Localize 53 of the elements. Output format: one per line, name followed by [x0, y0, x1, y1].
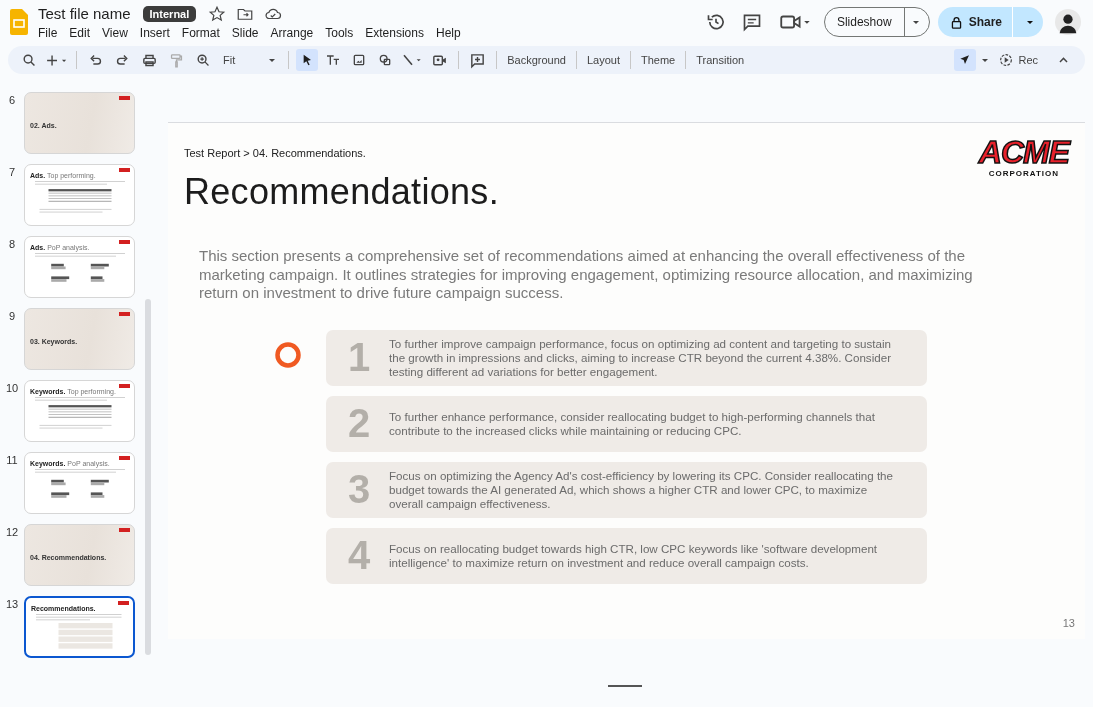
slide-title: Recommendations.: [184, 171, 499, 213]
breadcrumb: Test Report > 04. Recommendations.: [184, 147, 367, 159]
lock-icon: [949, 15, 963, 29]
slide-number: 7: [7, 165, 17, 178]
record-icon: [998, 52, 1015, 68]
slide-number: 10: [4, 381, 20, 394]
menu-item[interactable]: Format: [181, 25, 220, 40]
toolbar-button[interactable]: Layout: [583, 54, 623, 66]
card-number: 1: [348, 335, 372, 380]
card-text: Focus on reallocating budget towards high CTR, low CPC keywords like 'software development intelligence' to maximize return on investment and reduce overall campaign costs.: [389, 541, 879, 570]
slide-number: 6: [7, 93, 17, 106]
menu-item[interactable]: Help: [435, 25, 461, 40]
text-box-icon: [325, 52, 342, 68]
slide-number: 11: [5, 453, 19, 466]
card-text: To further enhance performance, consider reallocating budget to high-performing channels that contribute to the increased clicks while maintaining or reducing CPC.: [389, 409, 876, 438]
menu-item[interactable]: Edit: [69, 25, 91, 40]
ring-shape: [274, 340, 302, 369]
company-logo: ACME CORPORATION: [978, 135, 1069, 180]
card-number: 3: [348, 467, 372, 512]
slide-number: 12: [4, 525, 20, 538]
card-text: To further improve campaign performance, focus on optimizing ad content and targeting to sustain the growth in impressions and clicks, aiming to increase CTR beyond the current 4.38%. Consider testing different ad variations for better engagement.: [389, 336, 893, 379]
scrollbar[interactable]: [145, 299, 151, 655]
menu-item[interactable]: View: [102, 25, 128, 40]
slide-number: 9: [7, 309, 17, 322]
intro-paragraph: This section presents a comprehensive set of recommendations aimed at enhancing the overall effectiveness of the marketing campaign. It outlines strategies for improving engagement, optimizing resource allocation, and maximizing return on investment to drive future campaign success.: [199, 247, 974, 303]
pointer-tool[interactable]: [296, 49, 319, 71]
menu-item[interactable]: Tools: [325, 25, 354, 40]
record-button[interactable]: Rec: [998, 52, 1038, 68]
menu-item[interactable]: File: [38, 25, 58, 40]
toolbar-button[interactable]: Theme: [638, 54, 679, 66]
menu-item[interactable]: Arrange: [270, 25, 314, 40]
document-title[interactable]: Test file name: [38, 5, 131, 22]
menu-item[interactable]: Slide: [231, 25, 259, 40]
zoom-dropdown[interactable]: Fit: [219, 54, 282, 66]
menu-item[interactable]: Extensions: [365, 25, 424, 40]
star-icon[interactable]: [208, 4, 227, 23]
toolbar-button[interactable]: Transition: [693, 54, 748, 66]
slide-number: 13: [4, 597, 20, 610]
card-text: Focus on optimizing the Agency Ad's cost-efficiency by lowering its CPC. Consider reallocating the budget towards the AI generated Ad, which shows a higher CTR and lower CPC, to maximize overall campaign effectiveness.: [389, 468, 894, 511]
history-icon[interactable]: [705, 12, 726, 32]
menu-item[interactable]: Insert: [139, 25, 170, 40]
avatar[interactable]: [1055, 9, 1081, 35]
page-number: 13: [1062, 617, 1075, 629]
share-button[interactable]: Share: [937, 7, 1043, 37]
comment-icon[interactable]: [741, 12, 762, 32]
classification-badge[interactable]: Internal: [142, 5, 197, 22]
laser-pointer-tool[interactable]: [954, 49, 977, 71]
card-number: 4: [348, 533, 372, 578]
slide-number: 8: [7, 237, 17, 250]
notes-handle[interactable]: [608, 685, 642, 687]
card-number: 2: [348, 401, 372, 446]
toolbar-button[interactable]: Background: [504, 54, 569, 66]
add-comment-icon[interactable]: [469, 51, 487, 69]
